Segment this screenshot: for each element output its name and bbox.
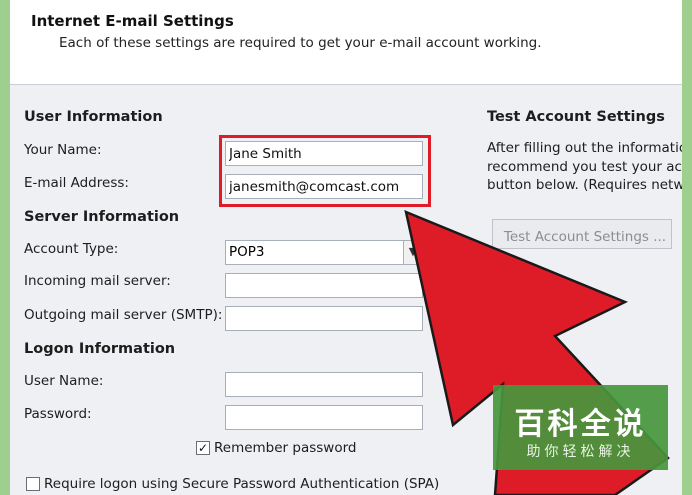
watermark-badge: 百科全说 助你轻松解决 [493, 385, 668, 470]
watermark-title: 百科全说 [514, 407, 647, 442]
watermark-subtitle: 助你轻松解决 [526, 444, 635, 460]
